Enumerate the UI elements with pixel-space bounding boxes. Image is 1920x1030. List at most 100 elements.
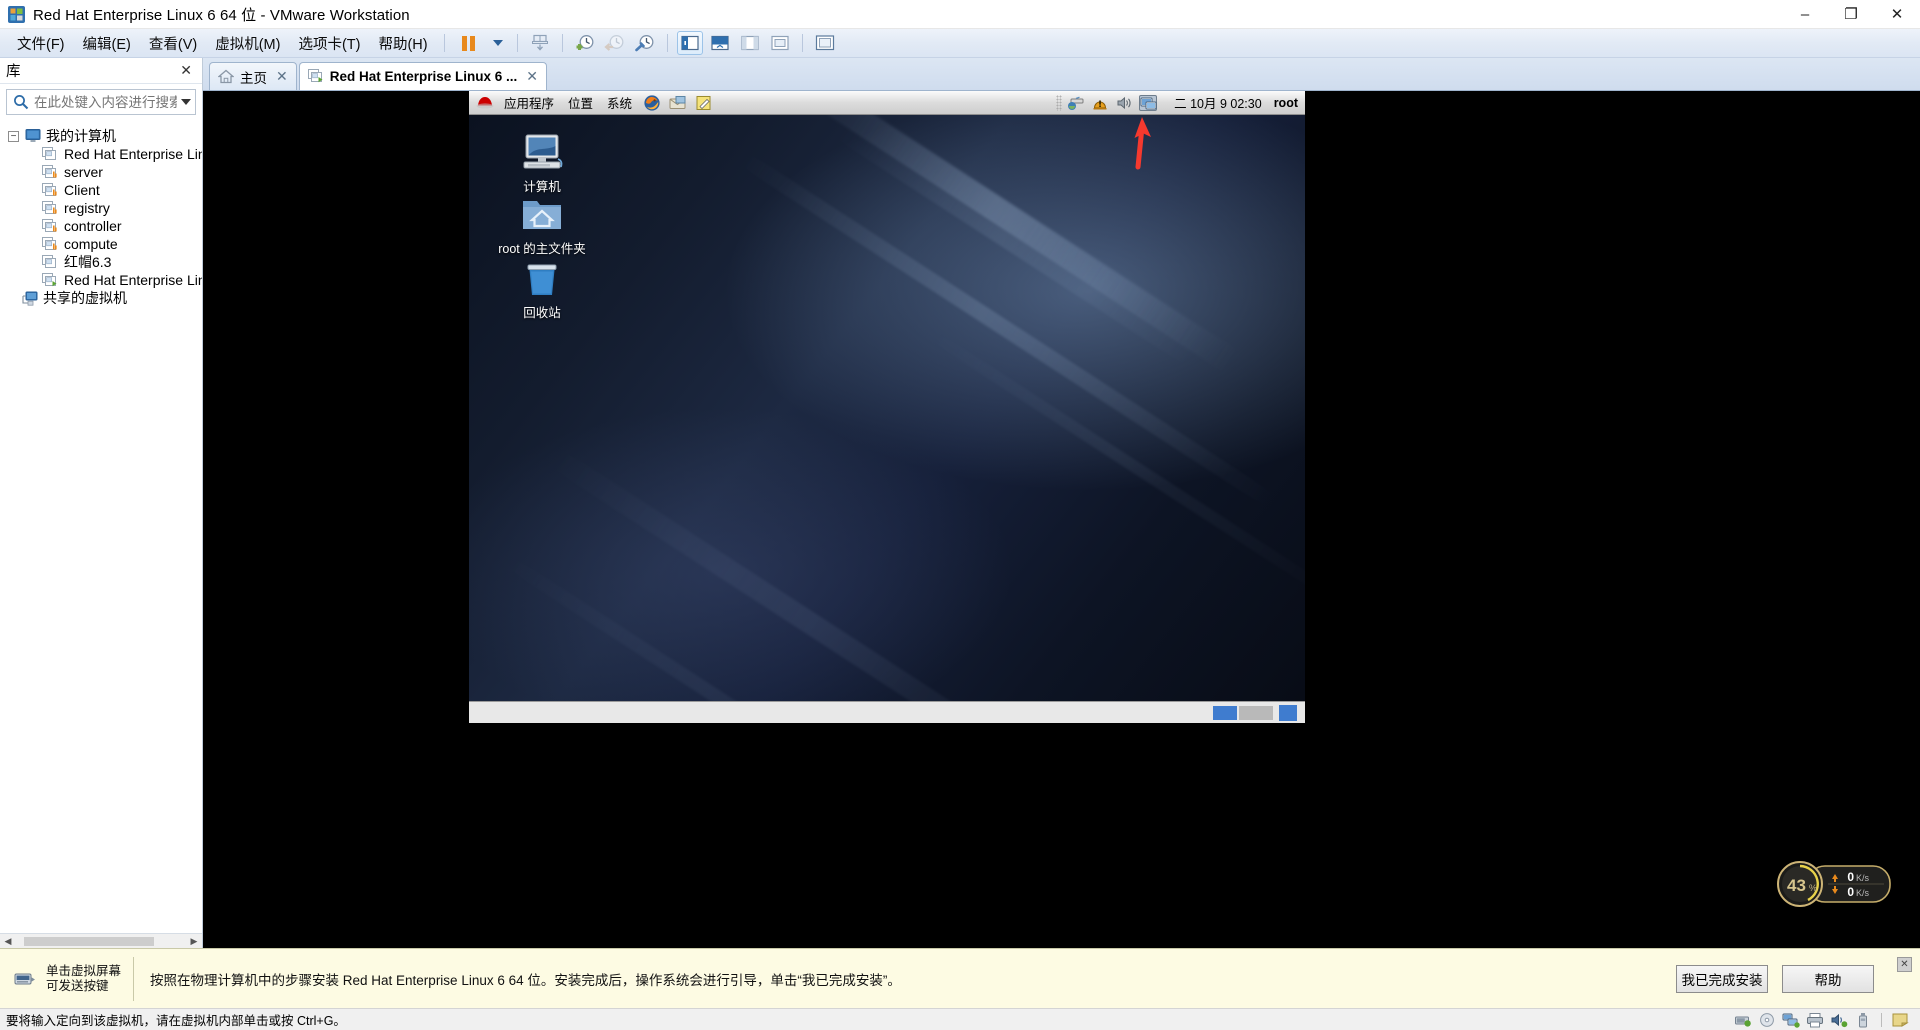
minimize-button[interactable]: –	[1782, 0, 1828, 29]
tree-label: controller	[64, 218, 122, 234]
tree-item-hongmao63[interactable]: 红帽6.3	[0, 253, 202, 271]
sound-icon[interactable]	[1830, 1012, 1848, 1028]
usb-icon[interactable]	[1854, 1012, 1872, 1028]
search-input[interactable]	[34, 94, 177, 110]
snapshot-revert-button[interactable]	[602, 31, 628, 55]
collapse-twisty-icon[interactable]: −	[8, 130, 19, 142]
menu-bar: 文件(F) 编辑(E) 查看(V) 虚拟机(M) 选项卡(T) 帮助(H)	[0, 29, 1920, 58]
vm-console-stage[interactable]: 应用程序 位置 系统 二 10月 9 02:30 root 计算机 root 的…	[203, 91, 1920, 948]
menu-file[interactable]: 文件(F)	[8, 30, 74, 57]
menu-vm[interactable]: 虚拟机(M)	[206, 30, 289, 57]
menu-tabs[interactable]: 选项卡(T)	[289, 30, 369, 57]
clock-wrench-icon	[634, 35, 654, 52]
library-horizontal-scrollbar[interactable]: ◀ ▶	[0, 933, 202, 949]
workspace-switcher-1[interactable]	[1213, 705, 1237, 720]
finished-install-button[interactable]: 我已完成安装	[1676, 964, 1768, 993]
desktop-icon-computer[interactable]: 计算机	[487, 129, 597, 194]
scroll-left-arrow-icon[interactable]: ◀	[0, 934, 16, 949]
tree-item-rhel-1[interactable]: Red Hat Enterprise Linu	[0, 145, 202, 163]
panel-menu-system[interactable]: 系统	[600, 91, 639, 114]
show-library-button[interactable]	[676, 31, 703, 55]
tree-item-registry[interactable]: registry	[0, 199, 202, 217]
tree-item-controller[interactable]: controller	[0, 217, 202, 235]
trash-icon	[518, 255, 566, 303]
chevron-down-icon	[492, 40, 503, 46]
tree-item-shared-vms[interactable]: 共享的虚拟机	[0, 289, 202, 307]
panel-username[interactable]: root	[1274, 96, 1298, 110]
fullscreen-icon	[771, 35, 789, 51]
console-view-icon	[711, 35, 729, 51]
shared-vms-icon	[22, 291, 38, 306]
library-tree: − 我的计算机 Red Hat Enterprise Linu server C…	[0, 121, 202, 933]
help-button[interactable]: 帮助	[1782, 964, 1874, 993]
note-icon[interactable]	[1891, 1012, 1909, 1028]
scrollbar-track[interactable]	[16, 933, 186, 949]
panel-tray: 二 10月 9 02:30 root	[1054, 93, 1305, 112]
floating-system-monitor[interactable]: 43 % 0 K/s 0 K/s	[1772, 860, 1896, 907]
library-search[interactable]	[6, 89, 196, 115]
display-icon[interactable]	[1139, 94, 1158, 111]
full-screen-button[interactable]	[767, 31, 793, 55]
guest-screen[interactable]: 应用程序 位置 系统 二 10月 9 02:30 root 计算机 root 的…	[469, 91, 1305, 723]
tree-item-my-computer[interactable]: − 我的计算机	[0, 127, 202, 145]
tree-item-rhel-running[interactable]: Red Hat Enterprise Linu	[0, 271, 202, 289]
power-dropdown-button[interactable]	[488, 31, 508, 55]
workspace-switcher-2[interactable]	[1239, 705, 1273, 720]
printer-icon[interactable]	[1806, 1012, 1824, 1028]
panel-menu-applications[interactable]: 应用程序	[497, 91, 561, 114]
panel-clock[interactable]: 二 10月 9 02:30	[1174, 93, 1262, 112]
panel-menu-places[interactable]: 位置	[561, 91, 600, 114]
snapshot-manager-button[interactable]	[632, 31, 658, 55]
scroll-right-arrow-icon[interactable]: ▶	[186, 934, 202, 949]
speaker-icon[interactable]	[1115, 95, 1133, 111]
pause-button[interactable]	[454, 31, 484, 55]
guest-desktop[interactable]: 计算机 root 的主文件夹 回收站	[469, 115, 1305, 701]
show-console-view-button[interactable]	[707, 31, 733, 55]
tree-item-server[interactable]: server	[0, 163, 202, 181]
disk-icon[interactable]	[1734, 1012, 1752, 1028]
computer-desktop-icon	[518, 129, 566, 177]
menu-help[interactable]: 帮助(H)	[369, 30, 436, 57]
desktop-icon-trash[interactable]: 回收站	[487, 255, 597, 320]
menu-view[interactable]: 查看(V)	[140, 30, 206, 57]
cd-icon[interactable]	[1758, 1012, 1776, 1028]
scrollbar-thumb[interactable]	[24, 936, 154, 946]
home-icon	[217, 69, 235, 84]
tab-rhel[interactable]: Red Hat Enterprise Linux 6 ... ✕	[298, 62, 548, 90]
notice-buttons: 我已完成安装 帮助	[1662, 964, 1920, 993]
library-title: 库	[6, 64, 21, 80]
notepad-icon[interactable]	[694, 94, 714, 112]
library-close-icon[interactable]: ✕	[176, 62, 196, 79]
tree-label: Red Hat Enterprise Linu	[64, 272, 202, 288]
tree-label: Red Hat Enterprise Linu	[64, 146, 202, 162]
tab-close-icon[interactable]: ✕	[276, 68, 288, 85]
firefox-icon[interactable]	[642, 94, 662, 112]
close-button[interactable]: ✕	[1874, 0, 1920, 29]
show-thumbnail-bar-button[interactable]	[737, 31, 763, 55]
snapshot-take-button[interactable]	[572, 31, 598, 55]
alert-icon[interactable]	[1091, 95, 1109, 111]
gnome-bottom-panel[interactable]	[469, 701, 1305, 723]
vm-icon	[42, 164, 58, 180]
unity-button[interactable]	[527, 31, 553, 55]
chevron-down-icon[interactable]	[177, 99, 195, 105]
tree-item-client[interactable]: Client	[0, 181, 202, 199]
network-icon[interactable]	[1782, 1012, 1800, 1028]
desktop-icon-home[interactable]: root 的主文件夹	[487, 191, 597, 256]
keyboard-icon	[14, 969, 36, 989]
notice-close-icon[interactable]: ✕	[1897, 957, 1912, 972]
tray-grip-handle[interactable]	[1056, 94, 1063, 111]
email-icon[interactable]	[668, 94, 688, 112]
tree-item-compute[interactable]: compute	[0, 235, 202, 253]
network-icon[interactable]	[1067, 95, 1085, 111]
vm-icon	[42, 218, 58, 234]
show-desktop-button[interactable]	[1279, 704, 1297, 721]
tab-close-icon[interactable]: ✕	[526, 68, 538, 85]
status-bar: 要将输入定向到该虚拟机，请在虚拟机内部单击或按 Ctrl+G。	[0, 1008, 1920, 1030]
stretch-guest-button[interactable]	[812, 31, 838, 55]
redhat-hat-icon[interactable]	[475, 95, 495, 111]
menu-edit[interactable]: 编辑(E)	[74, 30, 140, 57]
tab-label: 主页	[240, 70, 267, 86]
tab-home[interactable]: 主页 ✕	[209, 62, 297, 90]
maximize-button[interactable]: ❐	[1828, 0, 1874, 29]
